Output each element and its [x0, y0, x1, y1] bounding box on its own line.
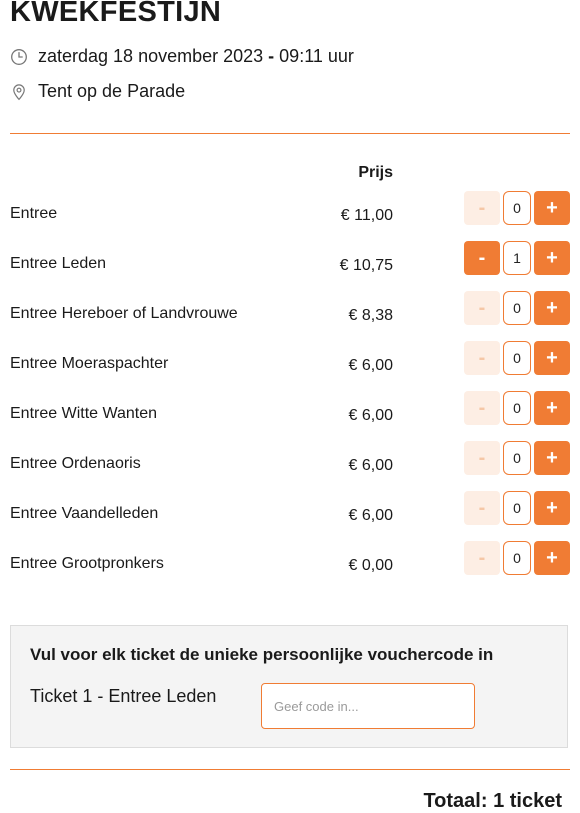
- ticket-name: Entree Vaandelleden: [10, 505, 159, 522]
- ticket-row-entree-leden: Entree Leden € 10,75 - 1 +: [10, 241, 570, 293]
- quantity-field[interactable]: 0: [503, 291, 531, 325]
- event-date-row: zaterdag 18 november 2023 - 09:11 uur: [10, 46, 354, 67]
- ticket-row-ordenaoris: Entree Ordenaoris € 6,00 - 0 +: [10, 441, 570, 493]
- ticket-name: Entree Grootpronkers: [10, 555, 164, 572]
- ticket-name: Entree Hereboer of Landvrouwe: [10, 305, 238, 322]
- price-column-header: Prijs: [358, 164, 393, 181]
- ticket-name: Entree Ordenaoris: [10, 455, 141, 472]
- quantity-field[interactable]: 0: [503, 341, 531, 375]
- ticket-price: € 8,38: [348, 307, 393, 324]
- increase-button[interactable]: +: [534, 391, 570, 425]
- quantity-field[interactable]: 0: [503, 491, 531, 525]
- event-location-row: Tent op de Parade: [10, 81, 185, 102]
- quantity-stepper: - 0 +: [464, 491, 570, 525]
- quantity-stepper: - 0 +: [464, 291, 570, 325]
- decrease-button[interactable]: -: [464, 491, 500, 525]
- ticket-row-hereboer: Entree Hereboer of Landvrouwe € 8,38 - 0…: [10, 291, 570, 343]
- ticket-price: € 6,00: [348, 407, 393, 424]
- decrease-button[interactable]: -: [464, 341, 500, 375]
- ticket-price: € 6,00: [348, 457, 393, 474]
- increase-button[interactable]: +: [534, 241, 570, 275]
- quantity-field[interactable]: 0: [503, 391, 531, 425]
- voucher-ticket-label: Ticket 1 - Entree Leden: [30, 686, 217, 706]
- event-location: Tent op de Parade: [38, 81, 186, 101]
- ticket-price: € 6,00: [348, 357, 393, 374]
- ticket-row-vaandelleden: Entree Vaandelleden € 6,00 - 0 +: [10, 491, 570, 543]
- ticket-price: € 0,00: [348, 557, 393, 574]
- ticket-price: € 11,00: [340, 207, 393, 224]
- quantity-stepper: - 0 +: [464, 391, 570, 425]
- ticket-name: Entree: [10, 205, 58, 222]
- increase-button[interactable]: +: [534, 441, 570, 475]
- ticket-row-grootpronkers: Entree Grootpronkers € 0,00 - 0 +: [10, 541, 570, 593]
- voucher-title: Vul voor elk ticket de unieke persoonlij…: [30, 645, 494, 664]
- ticket-name: Entree Witte Wanten: [10, 405, 158, 422]
- date-time-separator: -: [268, 46, 275, 66]
- event-time: 09:11 uur: [279, 46, 354, 66]
- increase-button[interactable]: +: [534, 291, 570, 325]
- quantity-field[interactable]: 0: [503, 541, 531, 575]
- ticket-price: € 10,75: [339, 257, 393, 274]
- map-pin-icon: [10, 83, 28, 101]
- divider-bottom: [10, 769, 570, 770]
- quantity-stepper: - 0 +: [464, 541, 570, 575]
- ticket-row-witte-wanten: Entree Witte Wanten € 6,00 - 0 +: [10, 391, 570, 443]
- quantity-stepper: - 0 +: [464, 441, 570, 475]
- increase-button[interactable]: +: [534, 541, 570, 575]
- ticket-row-moeraspachter: Entree Moeraspachter € 6,00 - 0 +: [10, 341, 570, 393]
- increase-button[interactable]: +: [534, 191, 570, 225]
- decrease-button[interactable]: -: [464, 241, 500, 275]
- quantity-field[interactable]: 1: [503, 241, 531, 275]
- divider-top: [10, 133, 570, 134]
- quantity-field[interactable]: 0: [503, 441, 531, 475]
- quantity-stepper: - 0 +: [464, 341, 570, 375]
- event-title: KWÈKFESTIJN: [10, 0, 222, 28]
- quantity-stepper: - 1 +: [464, 241, 570, 275]
- quantity-field[interactable]: 0: [503, 191, 531, 225]
- decrease-button[interactable]: -: [464, 391, 500, 425]
- increase-button[interactable]: +: [534, 341, 570, 375]
- ticket-name: Entree Moeraspachter: [10, 355, 169, 372]
- ticket-price: € 6,00: [348, 507, 393, 524]
- increase-button[interactable]: +: [534, 491, 570, 525]
- decrease-button[interactable]: -: [464, 441, 500, 475]
- decrease-button[interactable]: -: [464, 291, 500, 325]
- decrease-button[interactable]: -: [464, 191, 500, 225]
- voucher-code-input[interactable]: [261, 683, 475, 729]
- ticket-row-entree: Entree € 11,00 - 0 +: [10, 191, 570, 243]
- ticket-name: Entree Leden: [10, 255, 107, 272]
- voucher-panel: Vul voor elk ticket de unieke persoonlij…: [10, 625, 568, 748]
- event-date: zaterdag 18 november 2023: [38, 46, 264, 66]
- total-summary: Totaal: 1 ticket: [423, 790, 562, 812]
- clock-icon: [10, 48, 28, 66]
- quantity-stepper: - 0 +: [464, 191, 570, 225]
- decrease-button[interactable]: -: [464, 541, 500, 575]
